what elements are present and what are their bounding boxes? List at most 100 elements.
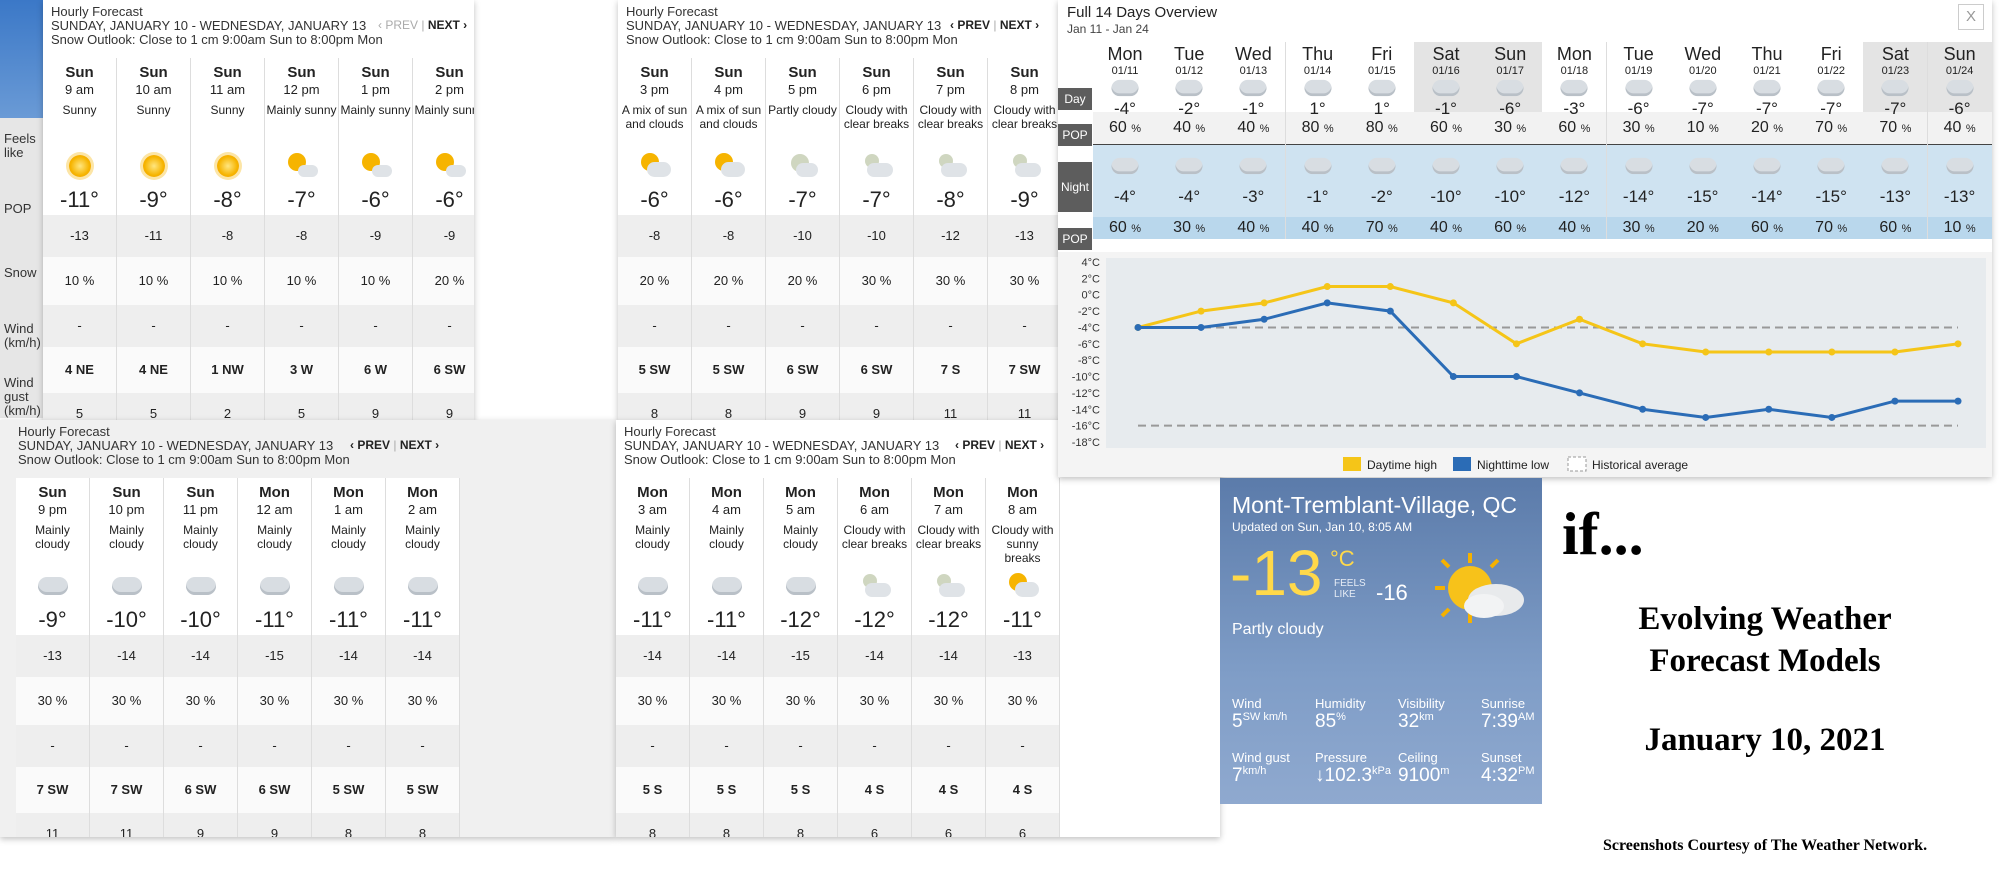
daytime-high-point[interactable] (1386, 283, 1394, 291)
nighttime-low-point[interactable] (1260, 315, 1268, 323)
night-temperature: -10° (1494, 187, 1526, 206)
hour-time: 11 am (209, 82, 246, 97)
hour-feels-like: -13 (988, 215, 1058, 257)
prev-button[interactable]: ‹ PREV (950, 18, 990, 32)
partly-cloudy-icon (1430, 548, 1530, 628)
nighttime-low-point[interactable] (1386, 307, 1394, 315)
night-weather-icon (1157, 145, 1221, 187)
forecast-day-column[interactable]: Sun 01/17 -6° 30 % -10° 60 % (1478, 42, 1544, 239)
hour-wind: 5 S (690, 767, 763, 813)
hour-column: Mon 7 am Cloudy with clear breaks -12° -14 30… (912, 478, 986, 837)
hour-condition: Cloudy with sunny breaks (991, 523, 1054, 565)
next-button[interactable]: NEXT › (1000, 18, 1039, 32)
hour-snow: - (238, 725, 311, 767)
forecast-day-column[interactable]: Sun 01/24 -6° 40 % -13° 10 % (1927, 42, 1992, 239)
daytime-high-point[interactable] (1512, 340, 1520, 348)
forecast-day-column[interactable]: Tue 01/12 -2° 40 % -4° 30 % (1157, 42, 1223, 239)
prev-button[interactable]: ‹ PREV (350, 438, 390, 452)
daytime-high-point[interactable] (1323, 283, 1331, 291)
day-weather-icon (1414, 77, 1478, 99)
nighttime-low-point[interactable] (1702, 413, 1710, 421)
hour-feels-like: -14 (312, 635, 385, 677)
nighttime-low-point[interactable] (1954, 397, 1962, 405)
nighttime-low-point[interactable] (1828, 413, 1836, 421)
day-pop-value: 60 (1558, 119, 1577, 136)
day-pop: 20 % (1735, 112, 1799, 145)
nighttime-low-point[interactable] (1576, 389, 1584, 397)
night-pop: 60 % (1735, 217, 1799, 239)
hour-feels-like: -13 (43, 215, 116, 257)
forecast-day-column[interactable]: Wed 01/13 -1° 40 % -3° 40 % (1221, 42, 1287, 239)
night-pop: 60 % (1478, 217, 1543, 239)
forecast-day-column[interactable]: Mon 01/18 -3° 60 % -12° 40 % (1542, 42, 1608, 239)
day-of-week: Fri (1820, 44, 1842, 64)
weather-stat: Wind 5SW km/h (1232, 696, 1287, 733)
forecast-day-column[interactable]: Sat 01/23 -7° 70 % -13° 60 % (1863, 42, 1929, 239)
hour-condition: Cloudy with clear breaks (991, 103, 1058, 131)
night-pop-value: 40 (1558, 219, 1577, 236)
daytime-high-point[interactable] (1260, 299, 1268, 307)
forecast-day-column[interactable]: Wed 01/20 -7° 10 % -15° 20 % (1670, 42, 1736, 239)
forecast-day-column[interactable]: Tue 01/19 -6° 30 % -14° 30 % (1606, 42, 1672, 239)
hour-column: Mon 12 am Mainly cloudy -11° -15 30 % -6 SW 9 (238, 478, 312, 837)
hour-column: Sun 5 pm Partly cloudy -7° -10 20 % -6 SW 9 (766, 58, 840, 420)
daytime-high-point[interactable] (1197, 307, 1205, 315)
daytime-high-point[interactable] (1702, 348, 1710, 356)
forecast-day-column[interactable]: Mon 01/11 -4° 60 % -4° 60 % (1093, 42, 1158, 239)
daytime-high-point[interactable] (1828, 348, 1836, 356)
daytime-high-point[interactable] (1449, 299, 1457, 307)
hour-snow: - (616, 725, 689, 767)
nighttime-low-point[interactable] (1765, 405, 1773, 413)
pagination: ‹ PREV | NEXT › (950, 18, 1039, 32)
daytime-high-point[interactable] (1954, 340, 1962, 348)
panel-title: Hourly Forecast (18, 424, 110, 439)
daytime-high-point[interactable] (1765, 348, 1773, 356)
forecast-day-column[interactable]: Fri 01/15 1° 80 % -2° 70 % (1349, 42, 1415, 239)
daytime-high-point[interactable] (1576, 315, 1584, 323)
hour-wind-gust: 8 (764, 813, 837, 837)
daytime-high-point[interactable] (1639, 340, 1647, 348)
nighttime-low-point[interactable] (1323, 299, 1331, 307)
day-pop-value: 80 (1365, 119, 1384, 136)
forecast-day-column[interactable]: Thu 01/14 1° 80 % -1° 40 % (1285, 42, 1351, 239)
mixed-icon (692, 147, 765, 185)
night-pop-value: 60 (1494, 219, 1512, 236)
cloud-icon (764, 567, 837, 605)
partly-cloudy-night-icon (766, 147, 839, 185)
pagination-separator: | (993, 18, 997, 32)
nighttime-low-point[interactable] (1449, 373, 1457, 381)
day-pop-value: 40 (1943, 119, 1962, 136)
nighttime-low-point[interactable] (1639, 405, 1647, 413)
hour-wind-gust: 8 (690, 813, 763, 837)
forecast-day-column[interactable]: Thu 01/21 -7° 20 % -14° 60 % (1735, 42, 1800, 239)
hour-wind-gust: 9 (413, 393, 474, 420)
hour-time: 2 am (408, 502, 437, 517)
prev-button[interactable]: ‹ PREV (378, 18, 418, 32)
nighttime-low-point[interactable] (1197, 323, 1205, 331)
hour-wind-gust: 6 (838, 813, 911, 837)
prev-button[interactable]: ‹ PREV (955, 438, 995, 452)
nighttime-low-point[interactable] (1134, 323, 1142, 331)
hour-day: Sun (361, 64, 390, 81)
hour-wind-gust: 11 (16, 813, 89, 837)
row-label-pop-night: POP (1058, 228, 1092, 250)
hour-column: Mon 5 am Mainly cloudy -12° -15 30 % -5 S8 (764, 478, 838, 837)
hour-pop: 10 % (265, 257, 338, 305)
hour-column: Sun 9 pm Mainly cloudy -9° -13 30 % -7 SW 11 (16, 478, 90, 837)
hour-day: Mon (859, 484, 890, 501)
nighttime-low-point[interactable] (1512, 373, 1520, 381)
close-button[interactable]: X (1958, 4, 1984, 30)
nighttime-low-point[interactable] (1891, 397, 1899, 405)
forecast-day-column[interactable]: Sat 01/16 -1° 60 % -10° 40 % (1414, 42, 1479, 239)
next-button[interactable]: NEXT › (400, 438, 439, 452)
next-button[interactable]: NEXT › (1005, 438, 1044, 452)
forecast-day-column[interactable]: Fri 01/22 -7° 70 % -15° 70 % (1799, 42, 1865, 239)
cloud-icon (16, 567, 89, 605)
day-pop-value: 80 (1301, 119, 1320, 136)
daytime-high-point[interactable] (1891, 348, 1899, 356)
next-button[interactable]: NEXT › (428, 18, 467, 32)
hour-column: Sun 10 pm Mainly cloudy -10° -14 30 % -7 SW 11 (90, 478, 164, 837)
hour-condition: Mainly cloudy (709, 523, 744, 551)
weather-stat: Sunrise 7:39AM (1481, 696, 1534, 733)
hour-temperature: -8° (213, 187, 242, 212)
